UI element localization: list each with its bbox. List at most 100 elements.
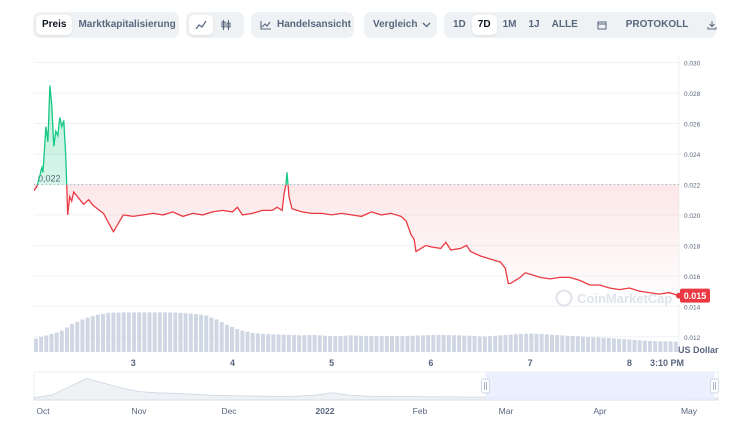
volume-bar xyxy=(302,335,307,352)
handle-grip[interactable] xyxy=(480,378,490,394)
candlestick-icon[interactable] xyxy=(213,15,239,35)
x-tick-label: 5 xyxy=(329,358,334,368)
range-1m[interactable]: 1M xyxy=(497,15,523,35)
compare-dropdown[interactable]: Vergleich xyxy=(367,15,437,35)
volume-bar xyxy=(95,314,100,352)
navigator-label: Feb xyxy=(413,406,428,416)
x-tick-label: 3:10 PM xyxy=(650,358,684,368)
volume-bar xyxy=(245,331,250,352)
range-1d[interactable]: 1D xyxy=(447,15,472,35)
volume-bar xyxy=(617,338,622,352)
volume-bar xyxy=(209,317,214,352)
volume-bar xyxy=(565,335,570,352)
y-tick-label: 0.020 xyxy=(684,213,701,220)
volume-bar xyxy=(555,335,560,352)
volume-bar xyxy=(333,336,338,352)
volume-bar xyxy=(80,319,85,352)
volume-bar xyxy=(622,339,627,352)
volume-bar xyxy=(271,334,276,352)
y-tick-label: 0.030 xyxy=(684,61,701,68)
volume-bar xyxy=(653,341,658,352)
volume-bar xyxy=(338,336,343,352)
volume-bar xyxy=(348,335,353,352)
volume-bar xyxy=(163,312,167,352)
price-chart[interactable]: 0,022 CoinMarketCap 0.030 0.028 0.026 0.024… xyxy=(0,50,755,420)
volume-bar xyxy=(395,336,400,352)
range-7d[interactable]: 7D xyxy=(471,15,497,35)
volume-bar xyxy=(111,312,116,352)
volume-bar xyxy=(219,322,224,352)
volume-bar xyxy=(126,312,131,352)
compare-label: Vergleich xyxy=(373,19,418,30)
navigator-label: Apr xyxy=(593,406,606,416)
navigator-label: Oct xyxy=(36,406,50,416)
volume-bar xyxy=(446,334,451,352)
volume-bar xyxy=(405,335,410,352)
tab-market-cap[interactable]: Marktkapitalisierung xyxy=(72,15,181,35)
trading-view-button[interactable]: Handelsansicht xyxy=(254,15,357,35)
volume-bar xyxy=(457,335,462,352)
volume-bar xyxy=(193,314,198,352)
volume-bar xyxy=(106,312,111,352)
volume-bar xyxy=(606,337,611,352)
below-reference-fill xyxy=(34,184,679,296)
volume-bar xyxy=(436,334,441,352)
volume-bar xyxy=(570,336,575,352)
volume-bar xyxy=(328,335,333,352)
volume-bar xyxy=(400,336,405,352)
volume-bar xyxy=(586,336,591,352)
volume-bar xyxy=(121,312,126,352)
navigator-selection[interactable] xyxy=(485,372,715,400)
volume-bar xyxy=(648,341,652,352)
volume-bar xyxy=(70,324,75,352)
x-axis-ticks: 3 4 5 6 7 8 3:10 PM xyxy=(131,358,684,368)
x-tick-label: 7 xyxy=(528,358,533,368)
volume-bar xyxy=(49,334,54,352)
y-tick-label: 0.012 xyxy=(684,335,701,342)
calendar-icon[interactable] xyxy=(590,15,614,35)
volume-bar xyxy=(101,313,106,352)
volume-bar xyxy=(580,336,585,352)
volume-bar xyxy=(183,313,188,352)
volume-bar xyxy=(173,312,178,352)
volume-bar xyxy=(534,333,539,352)
volume-bar xyxy=(152,312,157,352)
range-navigator[interactable]: Oct Nov Dec 2022 Feb Mar Apr May xyxy=(33,371,720,416)
volume-bar xyxy=(188,313,193,352)
volume-bar xyxy=(539,333,544,352)
navigator-label: Dec xyxy=(221,406,237,416)
navigator-handle-left[interactable] xyxy=(480,378,490,394)
volume-bar xyxy=(493,335,498,352)
volume-bar xyxy=(663,341,668,352)
volume-bar xyxy=(59,330,64,352)
volume-bar xyxy=(632,339,637,352)
volume-bar xyxy=(34,338,38,352)
volume-bar xyxy=(343,335,348,352)
line-chart-icon[interactable] xyxy=(189,15,213,35)
y-tick-label: 0.024 xyxy=(684,152,701,159)
navigator-handle-right[interactable] xyxy=(710,378,720,394)
download-icon[interactable] xyxy=(700,15,724,35)
area-fills xyxy=(34,85,679,296)
handle-grip[interactable] xyxy=(710,378,720,394)
volume-bar xyxy=(611,338,616,352)
volume-bar xyxy=(276,334,281,352)
volume-bar xyxy=(286,334,291,352)
navigator-label: 2022 xyxy=(316,406,335,416)
chart-toolbar: Preis Marktkapitalisierung Handelsansich… xyxy=(0,12,755,38)
volume-bar xyxy=(658,341,663,352)
volume-bar xyxy=(137,312,142,352)
log-scale-button[interactable]: PROTOKOLL xyxy=(620,15,695,35)
volume-bar xyxy=(255,333,260,352)
x-tick-label: 4 xyxy=(230,358,235,368)
volume-bar xyxy=(132,312,136,352)
volume-bar xyxy=(421,335,425,352)
volume-bar xyxy=(369,336,374,352)
tab-price[interactable]: Preis xyxy=(36,15,73,35)
range-1j[interactable]: 1J xyxy=(523,15,546,35)
volume-bar xyxy=(312,334,317,352)
volume-bar xyxy=(235,328,240,352)
range-alle[interactable]: ALLE xyxy=(546,15,584,35)
volume-bar xyxy=(503,334,508,352)
volume-bar xyxy=(508,334,513,352)
